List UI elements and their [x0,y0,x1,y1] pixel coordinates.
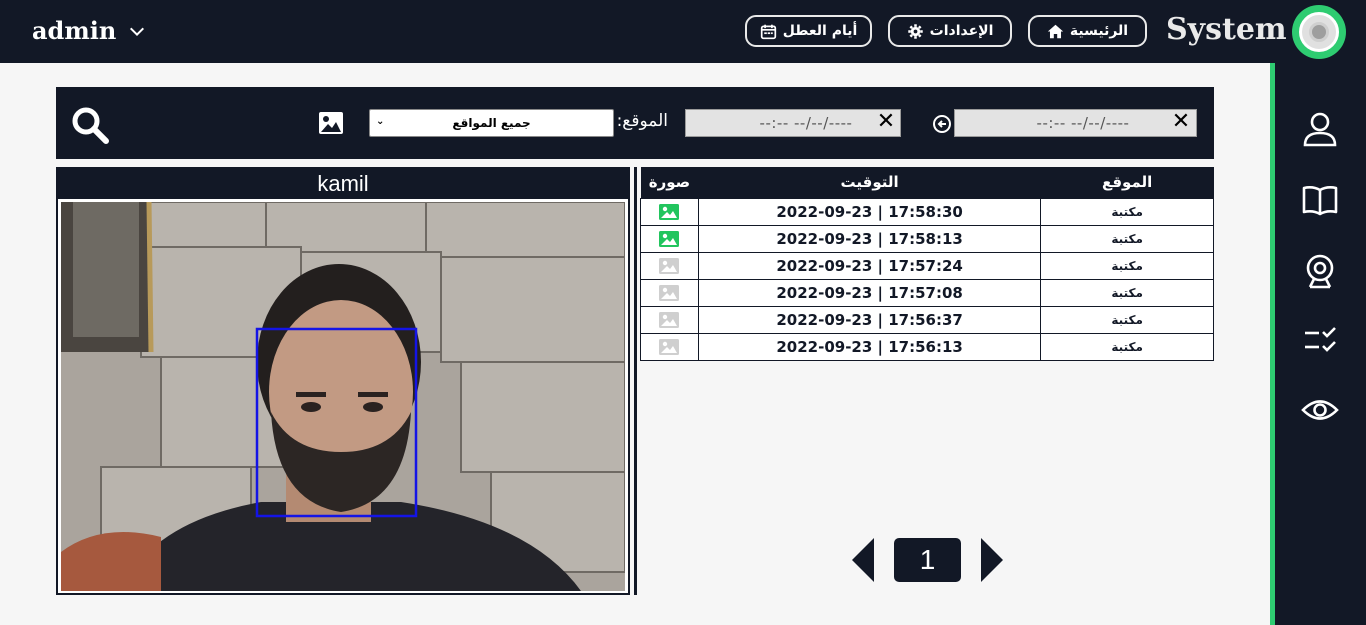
attendance-table: صورة التوقيت الموقع 2022-09-23 | 17:58:3… [640,167,1214,361]
table-row[interactable]: 2022-09-23 | 17:58:13 مكتبة [640,224,1214,253]
home-icon [1047,24,1064,38]
image-icon[interactable] [658,230,680,248]
select-caret-icon: ⌄ [376,116,385,127]
settings-button[interactable]: الإعدادات [888,15,1012,47]
col-image-header: صورة [640,167,699,198]
next-page-button[interactable] [981,538,1003,582]
user-icon[interactable] [1301,110,1339,148]
logo [1292,5,1346,59]
row-time: 2022-09-23 | 17:58:13 [697,224,1042,253]
arrow-left-circle-icon [933,115,951,133]
row-time: 2022-09-23 | 17:56:13 [697,332,1042,361]
prev-page-button[interactable] [852,538,874,582]
table-row[interactable]: 2022-09-23 | 17:57:24 مكتبة [640,251,1214,280]
table-row[interactable]: 2022-09-23 | 17:56:13 مكتبة [640,332,1214,361]
row-image-cell[interactable] [640,332,699,361]
row-place: مكتبة [1040,278,1214,307]
table-header-row: صورة التوقيت الموقع [640,167,1214,198]
row-place: مكتبة [1040,305,1214,334]
settings-label: الإعدادات [929,23,994,39]
row-place: مكتبة [1040,224,1214,253]
filter-bar: ⌄ جميع المواقع الموقع: --:-- --/--/---- … [56,87,1214,159]
image-icon[interactable] [658,257,680,275]
webcam-icon[interactable] [1301,252,1339,290]
sidebar [1270,63,1366,625]
holidays-label: أيام العطل [782,23,858,39]
eye-icon[interactable] [1301,391,1339,429]
row-time: 2022-09-23 | 17:58:30 [697,197,1042,226]
image-icon[interactable] [658,203,680,221]
row-image-cell[interactable] [640,278,699,307]
clear-date-from-icon[interactable]: ✕ [1167,110,1195,136]
row-image-cell[interactable] [640,251,699,280]
capture-photo [61,202,625,591]
row-image-cell[interactable] [640,305,699,334]
home-button[interactable]: الرئيسية [1028,15,1147,47]
gear-icon [907,23,923,39]
checklist-icon[interactable] [1301,321,1339,359]
row-place: مكتبة [1040,197,1214,226]
site-select[interactable]: ⌄ جميع المواقع [369,109,614,137]
date-from-value: --:-- --/--/---- [1036,114,1130,132]
row-image-cell[interactable] [640,224,699,253]
username: admin [32,16,117,45]
table-row[interactable]: 2022-09-23 | 17:57:08 مكتبة [640,278,1214,307]
site-select-value: جميع المواقع [452,116,531,130]
user-menu[interactable]: admin [32,16,146,45]
home-label: الرئيسية [1069,23,1129,39]
holidays-button[interactable]: أيام العطل [745,15,872,47]
clear-date-to-icon[interactable]: ✕ [872,110,900,136]
row-time: 2022-09-23 | 17:56:37 [697,305,1042,334]
person-name: kamil [58,169,628,199]
brand-name: System [1166,12,1287,47]
row-image-cell[interactable] [640,197,699,226]
panel-divider [634,167,637,595]
current-page[interactable]: 1 [894,538,961,582]
top-bar: admin أيام العطل الإعدادات الرئيسية Syst… [0,0,1366,63]
person-panel: kamil [56,167,630,595]
row-place: مكتبة [1040,251,1214,280]
image-filter-icon[interactable] [318,111,344,135]
chevron-down-icon [130,27,145,36]
col-time-header: التوقيت [698,167,1041,198]
calendar-icon [760,24,776,39]
row-time: 2022-09-23 | 17:57:24 [697,251,1042,280]
book-icon[interactable] [1301,181,1339,219]
search-icon[interactable] [70,105,110,145]
date-from-input[interactable]: --:-- --/--/---- ✕ [954,109,1197,137]
image-icon[interactable] [658,338,680,356]
table-row[interactable]: 2022-09-23 | 17:58:30 مكتبة [640,197,1214,226]
row-place: مكتبة [1040,332,1214,361]
row-time: 2022-09-23 | 17:57:08 [697,278,1042,307]
image-icon[interactable] [658,311,680,329]
date-to-value: --:-- --/--/---- [759,114,853,132]
image-icon[interactable] [658,284,680,302]
site-label: الموقع: [616,111,668,131]
col-place-header: الموقع [1040,167,1214,198]
date-to-input[interactable]: --:-- --/--/---- ✕ [685,109,901,137]
table-row[interactable]: 2022-09-23 | 17:56:37 مكتبة [640,305,1214,334]
